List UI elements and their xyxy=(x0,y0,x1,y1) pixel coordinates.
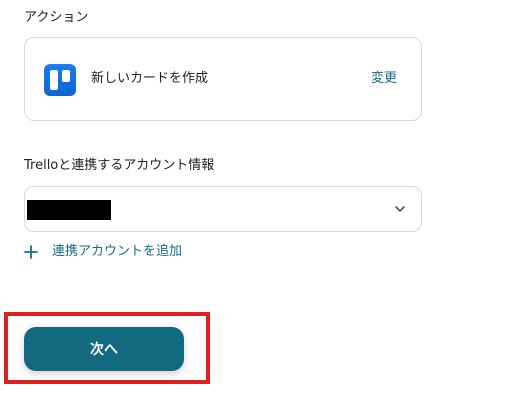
action-name: 新しいカードを作成 xyxy=(91,71,209,86)
next-button[interactable]: 次へ xyxy=(24,327,184,371)
account-section-label: Trelloと連携するアカウント情報 xyxy=(24,158,215,173)
plus-icon xyxy=(24,245,38,259)
trello-icon xyxy=(44,64,76,96)
action-card: 新しいカードを作成 変更 xyxy=(24,37,422,121)
add-account-label: 連携アカウントを追加 xyxy=(52,244,183,259)
action-section-label: アクション xyxy=(24,10,89,25)
chevron-down-icon xyxy=(395,206,405,212)
change-action-link[interactable]: 変更 xyxy=(371,70,397,88)
account-select[interactable] xyxy=(24,186,422,232)
redacted-account-value xyxy=(27,200,111,220)
add-account-button[interactable]: 連携アカウントを追加 xyxy=(24,242,182,262)
